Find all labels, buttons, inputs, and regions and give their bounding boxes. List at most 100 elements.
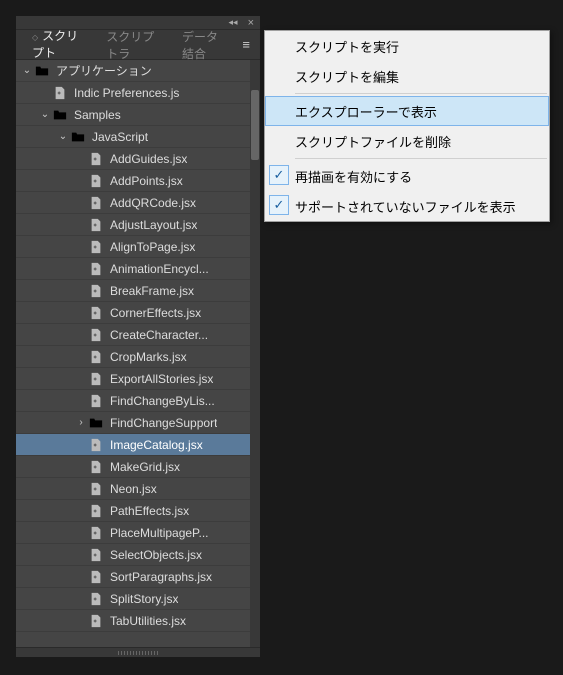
tree-item-label: SelectObjects.jsx: [110, 548, 202, 562]
tree-item-label: AdjustLayout.jsx: [110, 218, 197, 232]
close-icon[interactable]: ×: [242, 17, 260, 29]
tree-item[interactable]: ▶AddGuides.jsx: [16, 148, 260, 170]
ctx-reveal-explorer[interactable]: エクスプローラーで表示: [265, 96, 549, 126]
tree-item-label: BreakFrame.jsx: [110, 284, 194, 298]
ctx-label: スクリプトファイルを削除: [295, 132, 451, 151]
script-icon: [88, 283, 104, 299]
tree-item[interactable]: ▶AddPoints.jsx: [16, 170, 260, 192]
checkmark-icon: ✓: [269, 165, 289, 185]
context-menu: スクリプトを実行 スクリプトを編集 エクスプローラーで表示 スクリプトファイルを…: [264, 30, 550, 222]
ctx-label: スクリプトを実行: [295, 37, 399, 56]
flyout-menu-icon[interactable]: ≡: [238, 33, 254, 56]
tree-item-label: TabUtilities.jsx: [110, 614, 186, 628]
folder-icon: [52, 107, 68, 123]
ctx-separator: [295, 93, 547, 94]
tree-item[interactable]: ▶SortParagraphs.jsx: [16, 566, 260, 588]
folder-icon: [70, 129, 86, 145]
tree-item[interactable]: ▶MakeGrid.jsx: [16, 456, 260, 478]
tree-item[interactable]: ▶SplitStory.jsx: [16, 588, 260, 610]
scrollbar-thumb[interactable]: [251, 90, 259, 160]
ctx-edit-script[interactable]: スクリプトを編集: [265, 61, 549, 91]
tree-item-label: PathEffects.jsx: [110, 504, 189, 518]
tree-item[interactable]: ▶AnimationEncycl...: [16, 258, 260, 280]
ctx-enable-redraw[interactable]: ✓ 再描画を有効にする: [265, 161, 549, 191]
tree-item[interactable]: ▶SelectObjects.jsx: [16, 544, 260, 566]
tree-item[interactable]: ▶AdjustLayout.jsx: [16, 214, 260, 236]
scrollbar[interactable]: [250, 60, 260, 647]
script-icon: [88, 503, 104, 519]
ctx-label: エクスプローラーで表示: [295, 102, 437, 121]
script-icon: [88, 547, 104, 563]
tree-item-label: SortParagraphs.jsx: [110, 570, 212, 584]
script-icon: [88, 393, 104, 409]
tree-item-label: Samples: [74, 108, 121, 122]
ctx-show-unsupported[interactable]: ✓ サポートされていないファイルを表示: [265, 191, 549, 221]
script-icon: [88, 151, 104, 167]
tree-item-indic[interactable]: ▶Indic Preferences.js: [16, 82, 260, 104]
diamond-icon: ◇: [32, 33, 38, 42]
resize-grip-icon[interactable]: [118, 651, 158, 655]
tree-item-label: AlignToPage.jsx: [110, 240, 195, 254]
chevron-right-icon[interactable]: ›: [74, 417, 88, 428]
folder-icon: [88, 415, 104, 431]
tree-folder-javascript[interactable]: ⌄ JavaScript: [16, 126, 260, 148]
folder-icon: [34, 63, 50, 79]
tree-item-label: FindChangeByLis...: [110, 394, 215, 408]
script-icon: [88, 173, 104, 189]
tree-container: ⌄ アプリケーション ▶Indic Preferences.js ⌄ Samples ⌄ J…: [16, 60, 260, 647]
tree-item-label: ExportAllStories.jsx: [110, 372, 213, 386]
tree-item-label: PlaceMultipageP...: [110, 526, 209, 540]
tree-item[interactable]: ▶CropMarks.jsx: [16, 346, 260, 368]
script-icon: [52, 85, 68, 101]
tree-item[interactable]: ▶ExportAllStories.jsx: [16, 368, 260, 390]
tree-item[interactable]: ▶AddQRCode.jsx: [16, 192, 260, 214]
tree-item[interactable]: ▶TabUtilities.jsx: [16, 610, 260, 632]
tab-label: スクリプト: [32, 29, 78, 60]
ctx-label: サポートされていないファイルを表示: [295, 197, 516, 216]
tree-item[interactable]: ▶ImageCatalog.jsx: [16, 434, 260, 456]
ctx-delete-script[interactable]: スクリプトファイルを削除: [265, 126, 549, 156]
tree-item[interactable]: ▶FindChangeByLis...: [16, 390, 260, 412]
tree-item-label: CornerEffects.jsx: [110, 306, 201, 320]
ctx-label: 再描画を有効にする: [295, 167, 412, 186]
chevron-down-icon[interactable]: ⌄: [56, 131, 70, 142]
tree-folder-findchangesupport[interactable]: › FindChangeSupport: [16, 412, 260, 434]
script-icon: [88, 569, 104, 585]
checkmark-icon: ✓: [269, 195, 289, 215]
tree-item-label: JavaScript: [92, 130, 148, 144]
tree-item[interactable]: ▶BreakFrame.jsx: [16, 280, 260, 302]
script-icon: [88, 371, 104, 387]
tree-item-label: CropMarks.jsx: [110, 350, 187, 364]
tree-item-label: Neon.jsx: [110, 482, 157, 496]
tree-item-label: MakeGrid.jsx: [110, 460, 180, 474]
tree-item-label: ImageCatalog.jsx: [110, 438, 203, 452]
ctx-label: スクリプトを編集: [295, 67, 399, 86]
tree-item-label: アプリケーション: [56, 62, 152, 79]
tree-folder-application[interactable]: ⌄ アプリケーション: [16, 60, 260, 82]
tree-item[interactable]: ▶Neon.jsx: [16, 478, 260, 500]
panel-footer: [16, 647, 260, 657]
tree-item-label: FindChangeSupport: [110, 416, 217, 430]
script-icon: [88, 217, 104, 233]
script-icon: [88, 305, 104, 321]
tree-item-label: AddPoints.jsx: [110, 174, 183, 188]
script-icon: [88, 437, 104, 453]
tree-item-label: Indic Preferences.js: [74, 86, 179, 100]
tree-item[interactable]: ▶CreateCharacter...: [16, 324, 260, 346]
tree-item[interactable]: ▶CornerEffects.jsx: [16, 302, 260, 324]
tree-item-label: CreateCharacter...: [110, 328, 208, 342]
tree-folder-samples[interactable]: ⌄ Samples: [16, 104, 260, 126]
tree-item-label: AddGuides.jsx: [110, 152, 187, 166]
ctx-run-script[interactable]: スクリプトを実行: [265, 31, 549, 61]
tree-item[interactable]: ▶AlignToPage.jsx: [16, 236, 260, 258]
script-icon: [88, 239, 104, 255]
script-icon: [88, 349, 104, 365]
tree-item[interactable]: ▶PlaceMultipageP...: [16, 522, 260, 544]
tree-item-label: AnimationEncycl...: [110, 262, 209, 276]
tree-item-label: AddQRCode.jsx: [110, 196, 196, 210]
chevron-down-icon[interactable]: ⌄: [20, 65, 34, 76]
script-icon: [88, 195, 104, 211]
tree-item[interactable]: ▶PathEffects.jsx: [16, 500, 260, 522]
tree-item-label: SplitStory.jsx: [110, 592, 178, 606]
chevron-down-icon[interactable]: ⌄: [38, 109, 52, 120]
